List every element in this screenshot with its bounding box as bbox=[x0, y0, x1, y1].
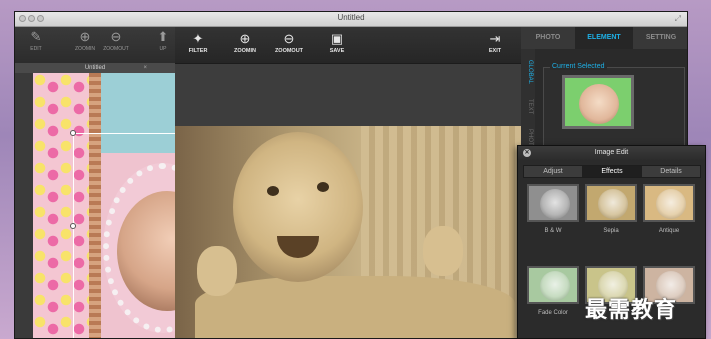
save-label: SAVE bbox=[329, 48, 345, 54]
zoom-in-label: ZOOMIN bbox=[234, 48, 256, 54]
edit-icon: ✎ bbox=[30, 29, 42, 44]
polka-dot-paper bbox=[33, 73, 91, 338]
baby-hand bbox=[197, 246, 237, 296]
thumbnail-baby bbox=[540, 271, 570, 301]
baby-eye bbox=[317, 182, 329, 192]
effect-thumbnail bbox=[643, 184, 695, 222]
tab-element[interactable]: ELEMENT bbox=[575, 27, 633, 49]
up-button[interactable]: ⬆ UP bbox=[148, 29, 178, 52]
tab-details[interactable]: Details bbox=[642, 166, 700, 177]
blue-paper bbox=[101, 73, 175, 153]
preview-toolbar: ✦ FILTER ⊕ ZOOMIN ⊖ ZOOMOUT ▣ SAVE ⇥ EXI… bbox=[175, 27, 521, 64]
image-edit-tabs: Adjust Effects Details bbox=[523, 165, 701, 178]
sepia-baby-photo[interactable] bbox=[175, 126, 521, 338]
current-selected-thumbnail[interactable] bbox=[562, 75, 634, 129]
effect-label: B & W bbox=[544, 228, 562, 234]
close-icon[interactable]: ✕ bbox=[523, 149, 531, 157]
photo-preview-area bbox=[175, 64, 521, 338]
image-edit-title: Image Edit bbox=[518, 146, 705, 160]
effect-preset[interactable]: Sepia bbox=[585, 184, 637, 234]
thumbnail-baby bbox=[540, 189, 570, 219]
exit-icon: ⇥ bbox=[489, 31, 501, 46]
baby-body bbox=[195, 276, 515, 338]
tab-adjust[interactable]: Adjust bbox=[524, 166, 582, 177]
selection-top-edge bbox=[73, 133, 175, 134]
effect-thumbnail bbox=[527, 266, 579, 304]
scrapbook-page[interactable] bbox=[33, 73, 175, 338]
title-bar: Untitled ⤢ bbox=[15, 12, 687, 27]
current-selected-title: Current Selected bbox=[550, 63, 607, 70]
window-title: Untitled bbox=[337, 13, 365, 22]
document-tab[interactable]: Untitled × bbox=[15, 63, 175, 73]
selection-handle[interactable] bbox=[70, 130, 76, 136]
baby-eye bbox=[267, 186, 279, 196]
filter-button[interactable]: ✦ FILTER bbox=[180, 31, 216, 54]
save-button[interactable]: ▣ SAVE bbox=[319, 31, 355, 54]
filter-label: FILTER bbox=[188, 48, 208, 54]
side-tab-strip: GLOBAL TEXT PHOTO bbox=[521, 49, 535, 159]
effect-label: Sepia bbox=[603, 228, 619, 234]
baby-hand bbox=[423, 226, 463, 276]
effect-label: Fade Color bbox=[538, 310, 568, 316]
magic-wand-icon: ✦ bbox=[192, 31, 204, 46]
effect-preset[interactable]: Fade Color bbox=[527, 266, 579, 316]
selection-handle[interactable] bbox=[70, 223, 76, 229]
zoom-out-icon: ⊖ bbox=[283, 31, 295, 46]
zoom-out-button[interactable]: ⊖ ZOOMOUT bbox=[271, 31, 307, 54]
close-tab-icon[interactable]: × bbox=[143, 63, 147, 73]
edit-label: EDIT bbox=[30, 46, 42, 52]
thumbnail-baby bbox=[598, 189, 628, 219]
zoom-out-label: ZOOMOUT bbox=[274, 48, 304, 54]
side-tab-text[interactable]: TEXT bbox=[523, 93, 533, 121]
selection-left-edge bbox=[73, 133, 74, 338]
effect-thumbnail bbox=[585, 184, 637, 222]
thumbnail-baby bbox=[579, 84, 619, 124]
inspector-tabs: PHOTO ELEMENT SETTING bbox=[521, 27, 687, 49]
tab-effects[interactable]: Effects bbox=[582, 166, 642, 177]
watermark-text: 最需教育 bbox=[585, 298, 678, 323]
ribbon-border bbox=[89, 73, 101, 338]
baby-face bbox=[233, 132, 363, 282]
left-zoom-out-button[interactable]: ⊖ ZOOMOUT bbox=[101, 29, 131, 52]
fullscreen-icon[interactable]: ⤢ bbox=[675, 14, 681, 24]
arrow-up-icon: ⬆ bbox=[157, 29, 169, 44]
thumbnail-baby bbox=[656, 189, 686, 219]
left-zoom-in-button[interactable]: ⊕ ZOOMIN bbox=[70, 29, 100, 52]
zoom-in-icon: ⊕ bbox=[79, 29, 91, 44]
left-toolbar: ✎ EDIT ⊕ ZOOMIN ⊖ ZOOMOUT ⬆ UP bbox=[15, 27, 175, 63]
zoom-in-label: ZOOMIN bbox=[75, 46, 95, 52]
tab-setting[interactable]: SETTING bbox=[633, 27, 687, 49]
effect-thumbnail bbox=[527, 184, 579, 222]
edit-button[interactable]: ✎ EDIT bbox=[21, 29, 51, 52]
zoom-out-icon: ⊖ bbox=[110, 29, 122, 44]
tab-photo[interactable]: PHOTO bbox=[521, 27, 575, 49]
exit-button[interactable]: ⇥ EXIT bbox=[477, 31, 513, 54]
effect-preset[interactable]: B & W bbox=[527, 184, 579, 234]
zoom-in-icon: ⊕ bbox=[239, 31, 251, 46]
preview-panel: ✦ FILTER ⊕ ZOOMIN ⊖ ZOOMOUT ▣ SAVE ⇥ EXI… bbox=[175, 27, 521, 338]
effect-preset[interactable]: Antique bbox=[643, 184, 695, 234]
effect-label: Antique bbox=[658, 228, 680, 234]
zoom-out-label: ZOOMOUT bbox=[103, 46, 129, 52]
layout-canvas[interactable] bbox=[15, 73, 175, 338]
zoom-in-button[interactable]: ⊕ ZOOMIN bbox=[227, 31, 263, 54]
exit-label: EXIT bbox=[488, 48, 502, 54]
floppy-disk-icon: ▣ bbox=[330, 31, 344, 46]
up-label: UP bbox=[159, 46, 167, 52]
side-tab-global[interactable]: GLOBAL bbox=[523, 55, 533, 89]
document-tab-label: Untitled bbox=[84, 65, 106, 71]
current-selected-box: Current Selected bbox=[543, 63, 685, 151]
